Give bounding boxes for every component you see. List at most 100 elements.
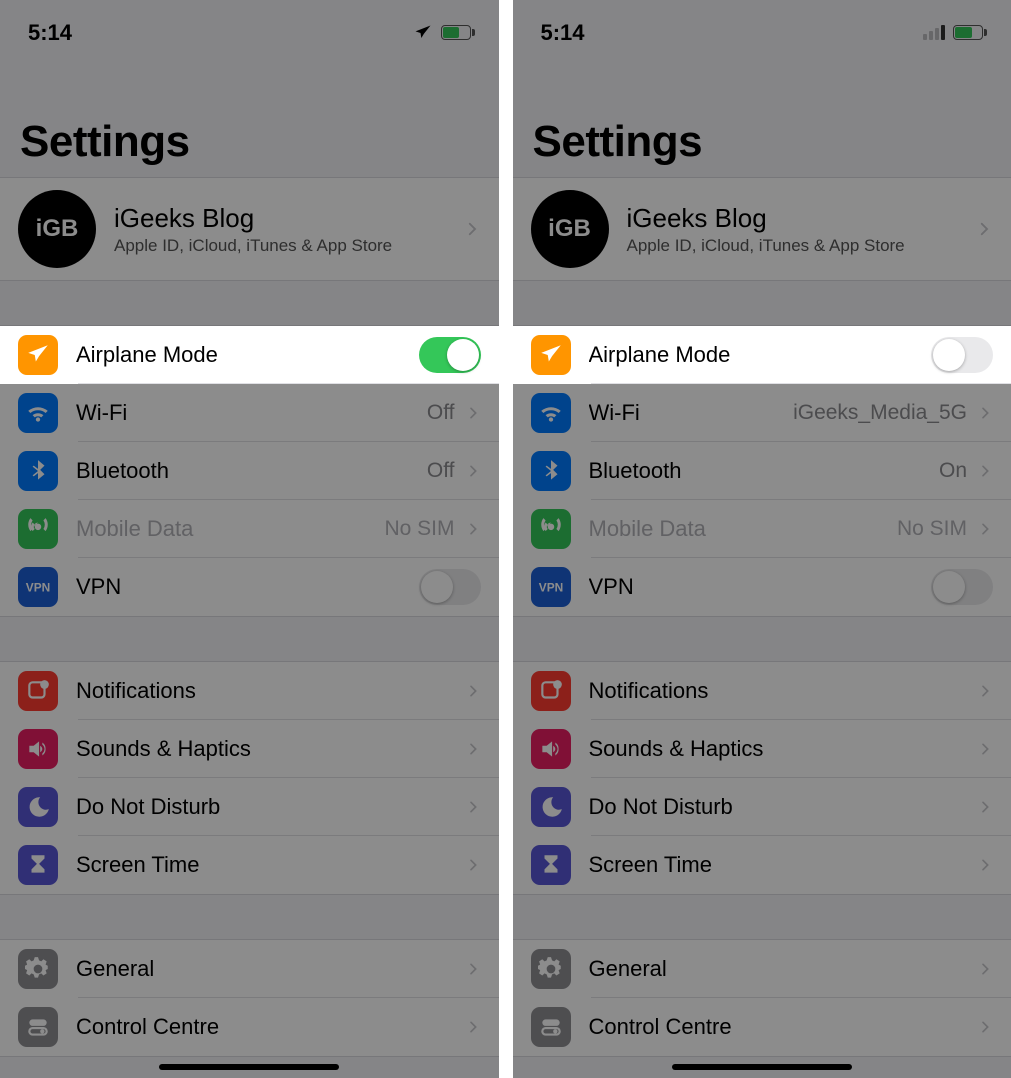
chevron-right-icon [465,519,481,539]
status-right [923,25,983,40]
airplane-mode-icon [413,23,433,43]
bluetooth-row[interactable]: Bluetooth On [513,442,1011,500]
chevron-right-icon [977,855,993,875]
chevron-right-icon [465,403,481,423]
cellular-icon [18,509,58,549]
gear-icon [18,949,58,989]
chevron-right-icon [977,681,993,701]
airplane-toggle[interactable] [931,337,993,373]
page-title: Settings [20,117,479,167]
title-area: Settings [0,65,499,177]
chevron-right-icon [977,461,993,481]
sounds-icon [18,729,58,769]
notifications-label: Notifications [76,678,465,704]
wifi-icon [18,393,58,433]
bluetooth-label: Bluetooth [589,458,939,484]
airplane-label: Airplane Mode [76,342,419,368]
bluetooth-value: Off [427,459,455,483]
sounds-row[interactable]: Sounds & Haptics [513,720,1011,778]
wifi-row[interactable]: Wi-Fi iGeeks_Media_5G [513,384,1011,442]
avatar: iGB [18,190,96,268]
vpn-toggle[interactable] [419,569,481,605]
bluetooth-icon [531,451,571,491]
chevron-right-icon [975,218,993,240]
control-centre-row[interactable]: Control Centre [513,998,1011,1056]
moon-icon [18,787,58,827]
avatar: iGB [531,190,609,268]
wifi-icon [531,393,571,433]
status-right [413,23,471,43]
notifications-row[interactable]: Notifications [513,662,1011,720]
profile-name: iGeeks Blog [114,203,463,234]
chevron-right-icon [465,681,481,701]
vpn-row[interactable]: VPN [513,558,1011,616]
chevron-right-icon [977,797,993,817]
dnd-label: Do Not Disturb [589,794,978,820]
bluetooth-value: On [939,459,967,483]
airplane-mode-row[interactable]: Airplane Mode [513,326,1011,384]
title-area: Settings [513,65,1011,177]
apple-id-row[interactable]: iGB iGeeks Blog Apple ID, iCloud, iTunes… [513,178,1011,280]
airplane-mode-row[interactable]: Airplane Mode [0,326,499,384]
chevron-right-icon [977,739,993,759]
vpn-toggle[interactable] [931,569,993,605]
chevron-right-icon [977,959,993,979]
dnd-row[interactable]: Do Not Disturb [0,778,499,836]
screentime-row[interactable]: Screen Time [0,836,499,894]
hourglass-icon [531,845,571,885]
control-centre-icon [18,1007,58,1047]
wifi-value: Off [427,401,455,425]
wifi-label: Wi-Fi [76,400,427,426]
profile-subtitle: Apple ID, iCloud, iTunes & App Store [114,236,463,256]
notifications-label: Notifications [589,678,978,704]
airplane-icon [18,335,58,375]
mobile-label: Mobile Data [76,516,384,542]
general-row[interactable]: General [513,940,1011,998]
general-label: General [589,956,978,982]
sounds-row[interactable]: Sounds & Haptics [0,720,499,778]
control-label: Control Centre [589,1014,978,1040]
control-centre-row[interactable]: Control Centre [0,998,499,1056]
gear-icon [531,949,571,989]
phone-left: 5:14 Settings iGB iGeeks Blog Apple ID, … [0,0,499,1078]
bluetooth-label: Bluetooth [76,458,427,484]
general-row[interactable]: General [0,940,499,998]
sounds-label: Sounds & Haptics [589,736,978,762]
dnd-row[interactable]: Do Not Disturb [513,778,1011,836]
sounds-label: Sounds & Haptics [76,736,465,762]
general-label: General [76,956,465,982]
control-centre-icon [531,1007,571,1047]
phone-right: 5:14 Settings iGB iGeeks Blog Apple ID, … [513,0,1011,1078]
moon-icon [531,787,571,827]
cellular-icon [531,509,571,549]
chevron-right-icon [465,797,481,817]
vpn-icon [18,567,58,607]
chevron-right-icon [465,1017,481,1037]
airplane-icon [531,335,571,375]
mobile-data-row[interactable]: Mobile Data No SIM [0,500,499,558]
vpn-row[interactable]: VPN [0,558,499,616]
chevron-right-icon [977,1017,993,1037]
battery-icon [441,25,471,40]
mobile-value: No SIM [384,517,454,541]
chevron-right-icon [465,461,481,481]
screentime-label: Screen Time [589,852,978,878]
screentime-row[interactable]: Screen Time [513,836,1011,894]
notifications-row[interactable]: Notifications [0,662,499,720]
wifi-row[interactable]: Wi-Fi Off [0,384,499,442]
wifi-value: iGeeks_Media_5G [793,401,967,425]
home-indicator[interactable] [672,1064,852,1070]
home-indicator[interactable] [159,1064,339,1070]
apple-id-row[interactable]: iGB iGeeks Blog Apple ID, iCloud, iTunes… [0,178,499,280]
airplane-toggle[interactable] [419,337,481,373]
chevron-right-icon [977,403,993,423]
vpn-label: VPN [589,574,932,600]
mobile-data-row[interactable]: Mobile Data No SIM [513,500,1011,558]
chevron-right-icon [465,739,481,759]
bluetooth-row[interactable]: Bluetooth Off [0,442,499,500]
hourglass-icon [18,845,58,885]
bluetooth-icon [18,451,58,491]
profile-subtitle: Apple ID, iCloud, iTunes & App Store [627,236,976,256]
page-title: Settings [533,117,992,167]
control-label: Control Centre [76,1014,465,1040]
